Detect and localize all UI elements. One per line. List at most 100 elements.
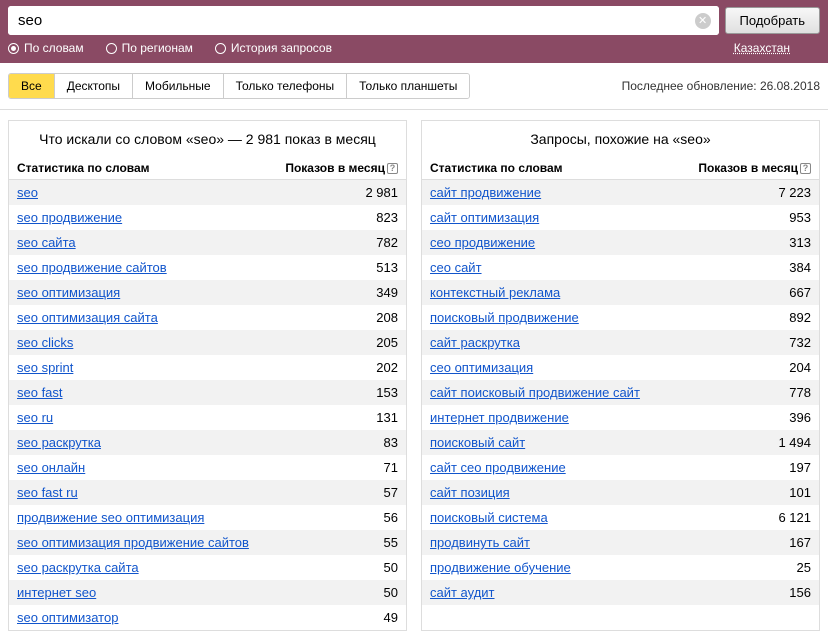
count-value: 1 494 bbox=[778, 435, 811, 450]
keyword-link[interactable]: сайт оптимизация bbox=[430, 210, 539, 225]
count-value: 7 223 bbox=[778, 185, 811, 200]
keyword-link[interactable]: seo fast bbox=[17, 385, 63, 400]
keyword-link[interactable]: продвижение обучение bbox=[430, 560, 571, 575]
keyword-link[interactable]: сайт аудит bbox=[430, 585, 495, 600]
filter-history[interactable]: История запросов bbox=[215, 41, 332, 55]
radio-icon bbox=[106, 43, 117, 54]
keyword-link[interactable]: поисковый сайт bbox=[430, 435, 525, 450]
count-value: 778 bbox=[789, 385, 811, 400]
keyword-link[interactable]: сайт раскрутка bbox=[430, 335, 520, 350]
count-value: 823 bbox=[376, 210, 398, 225]
help-icon[interactable]: ? bbox=[387, 163, 398, 174]
keyword-link[interactable]: seo продвижение сайтов bbox=[17, 260, 167, 275]
keyword-link[interactable]: контекстный реклама bbox=[430, 285, 560, 300]
tab-phones[interactable]: Только телефоны bbox=[224, 74, 348, 98]
count-value: 349 bbox=[376, 285, 398, 300]
count-value: 953 bbox=[789, 210, 811, 225]
keyword-link[interactable]: seo оптимизатор bbox=[17, 610, 118, 625]
table-row: seo sprint202 bbox=[9, 355, 406, 380]
table-row: контекстный реклама 667 bbox=[422, 280, 819, 305]
keyword-link[interactable]: сайт позиция bbox=[430, 485, 510, 500]
keyword-link[interactable]: seo оптимизация продвижение сайтов bbox=[17, 535, 249, 550]
keyword-link[interactable]: seo оптимизация bbox=[17, 285, 120, 300]
table-row: seo fast ru 57 bbox=[9, 480, 406, 505]
region-link[interactable]: Казахстан bbox=[734, 41, 790, 55]
search-bar: ✕ Подобрать По словам По регионам Истори… bbox=[0, 0, 828, 63]
keyword-link[interactable]: сайт продвижение bbox=[430, 185, 541, 200]
keyword-link[interactable]: сайт поисковый продвижение сайт bbox=[430, 385, 640, 400]
table-row: поисковый система6 121 bbox=[422, 505, 819, 530]
left-rows: seo2 981seo продвижение823seo сайта782se… bbox=[9, 180, 406, 630]
keyword-link[interactable]: seo clicks bbox=[17, 335, 73, 350]
count-value: 25 bbox=[797, 560, 811, 575]
table-row: seo clicks205 bbox=[9, 330, 406, 355]
keyword-link[interactable]: seo ru bbox=[17, 410, 53, 425]
keyword-link[interactable]: сео оптимизация bbox=[430, 360, 533, 375]
table-row: seo сайта782 bbox=[9, 230, 406, 255]
count-value: 208 bbox=[376, 310, 398, 325]
tab-desktops[interactable]: Десктопы bbox=[55, 74, 133, 98]
keyword-link[interactable]: seo раскрутка bbox=[17, 435, 101, 450]
filter-by-words[interactable]: По словам bbox=[8, 41, 84, 55]
left-panel: Что искали со словом «seo» — 2 981 показ… bbox=[8, 120, 407, 631]
tab-tablets[interactable]: Только планшеты bbox=[347, 74, 469, 98]
table-header: Статистика по словам Показов в месяц? bbox=[422, 157, 819, 180]
right-rows: сайт продвижение 7 223 сайт оптимизация 953… bbox=[422, 180, 819, 605]
col-word-header: Статистика по словам bbox=[17, 161, 278, 175]
keyword-link[interactable]: сео сайт bbox=[430, 260, 482, 275]
table-row: seo оптимизация сайта 208 bbox=[9, 305, 406, 330]
keyword-link[interactable]: продвинуть сайт bbox=[430, 535, 530, 550]
count-value: 55 bbox=[384, 535, 398, 550]
table-row: seo fast 153 bbox=[9, 380, 406, 405]
help-icon[interactable]: ? bbox=[800, 163, 811, 174]
count-value: 56 bbox=[384, 510, 398, 525]
keyword-link[interactable]: seo продвижение bbox=[17, 210, 122, 225]
submit-button[interactable]: Подобрать bbox=[725, 7, 820, 34]
filter-label: По словам bbox=[24, 41, 84, 55]
keyword-link[interactable]: интернет seo bbox=[17, 585, 96, 600]
keyword-link[interactable]: seo раскрутка сайта bbox=[17, 560, 139, 575]
count-value: 667 bbox=[789, 285, 811, 300]
table-row: seo оптимизация продвижение сайтов 55 bbox=[9, 530, 406, 555]
table-row: seo оптимизация 349 bbox=[9, 280, 406, 305]
keyword-link[interactable]: seo онлайн bbox=[17, 460, 85, 475]
table-row: seo ru131 bbox=[9, 405, 406, 430]
count-value: 153 bbox=[376, 385, 398, 400]
count-value: 57 bbox=[384, 485, 398, 500]
count-value: 892 bbox=[789, 310, 811, 325]
keyword-link[interactable]: поисковый продвижение bbox=[430, 310, 579, 325]
right-panel-title: Запросы, похожие на «seo» bbox=[422, 121, 819, 157]
table-row: сайт оптимизация 953 bbox=[422, 205, 819, 230]
clear-icon[interactable]: ✕ bbox=[695, 13, 711, 29]
count-value: 204 bbox=[789, 360, 811, 375]
table-row: продвинуть сайт 167 bbox=[422, 530, 819, 555]
tab-all[interactable]: Все bbox=[9, 74, 55, 98]
keyword-link[interactable]: сео продвижение bbox=[430, 235, 535, 250]
keyword-link[interactable]: сайт сео продвижение bbox=[430, 460, 566, 475]
count-value: 384 bbox=[789, 260, 811, 275]
col-word-header: Статистика по словам bbox=[430, 161, 691, 175]
search-input[interactable] bbox=[8, 6, 719, 35]
keyword-link[interactable]: seo сайта bbox=[17, 235, 76, 250]
keyword-link[interactable]: seo bbox=[17, 185, 38, 200]
filter-label: История запросов bbox=[231, 41, 332, 55]
count-value: 313 bbox=[789, 235, 811, 250]
keyword-link[interactable]: поисковый система bbox=[430, 510, 548, 525]
table-row: сео продвижение 313 bbox=[422, 230, 819, 255]
table-row: seo онлайн71 bbox=[9, 455, 406, 480]
keyword-link[interactable]: seo sprint bbox=[17, 360, 73, 375]
filter-by-regions[interactable]: По регионам bbox=[106, 41, 193, 55]
keyword-link[interactable]: seo fast ru bbox=[17, 485, 78, 500]
tabs-row: Все Десктопы Мобильные Только телефоны Т… bbox=[0, 63, 828, 110]
keyword-link[interactable]: продвижение seo оптимизация bbox=[17, 510, 204, 525]
last-update: Последнее обновление: 26.08.2018 bbox=[622, 79, 820, 93]
count-value: 50 bbox=[384, 585, 398, 600]
keyword-link[interactable]: seo оптимизация сайта bbox=[17, 310, 158, 325]
count-value: 2 981 bbox=[365, 185, 398, 200]
right-panel: Запросы, похожие на «seo» Статистика по … bbox=[421, 120, 820, 631]
left-panel-title: Что искали со словом «seo» — 2 981 показ… bbox=[9, 121, 406, 157]
count-value: 167 bbox=[789, 535, 811, 550]
keyword-link[interactable]: интернет продвижение bbox=[430, 410, 569, 425]
tab-mobile[interactable]: Мобильные bbox=[133, 74, 224, 98]
table-row: сайт продвижение 7 223 bbox=[422, 180, 819, 205]
